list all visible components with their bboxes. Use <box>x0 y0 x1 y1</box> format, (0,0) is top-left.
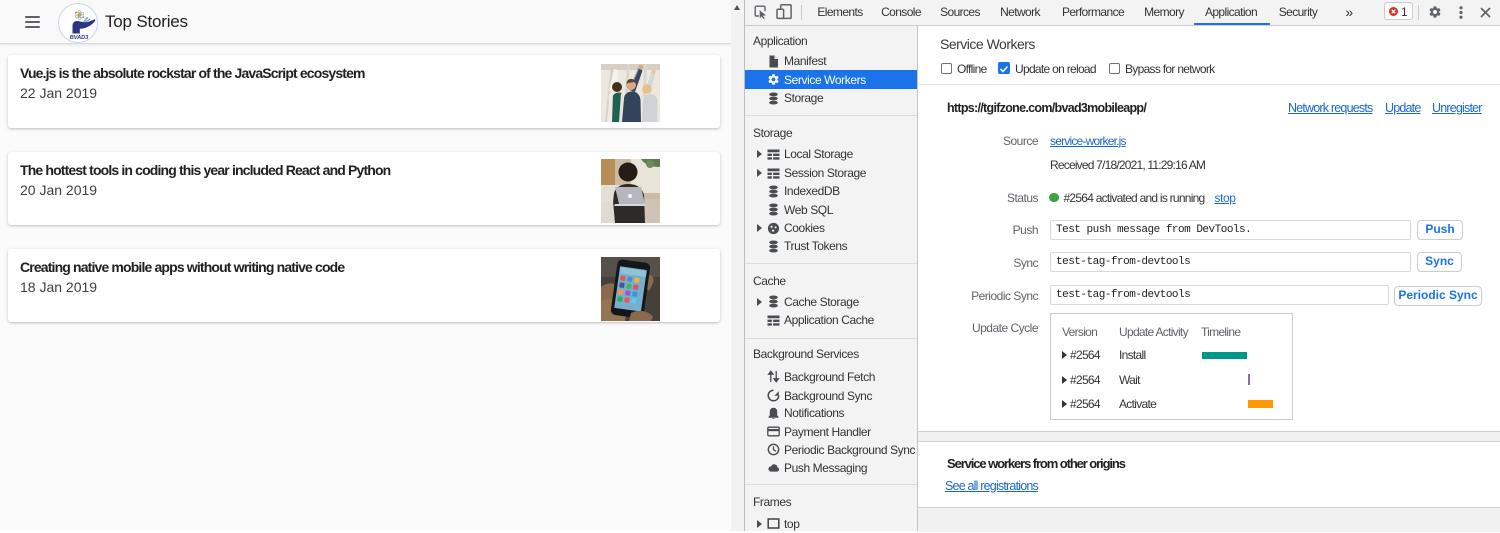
svg-text:BVAD3: BVAD3 <box>70 35 89 41</box>
